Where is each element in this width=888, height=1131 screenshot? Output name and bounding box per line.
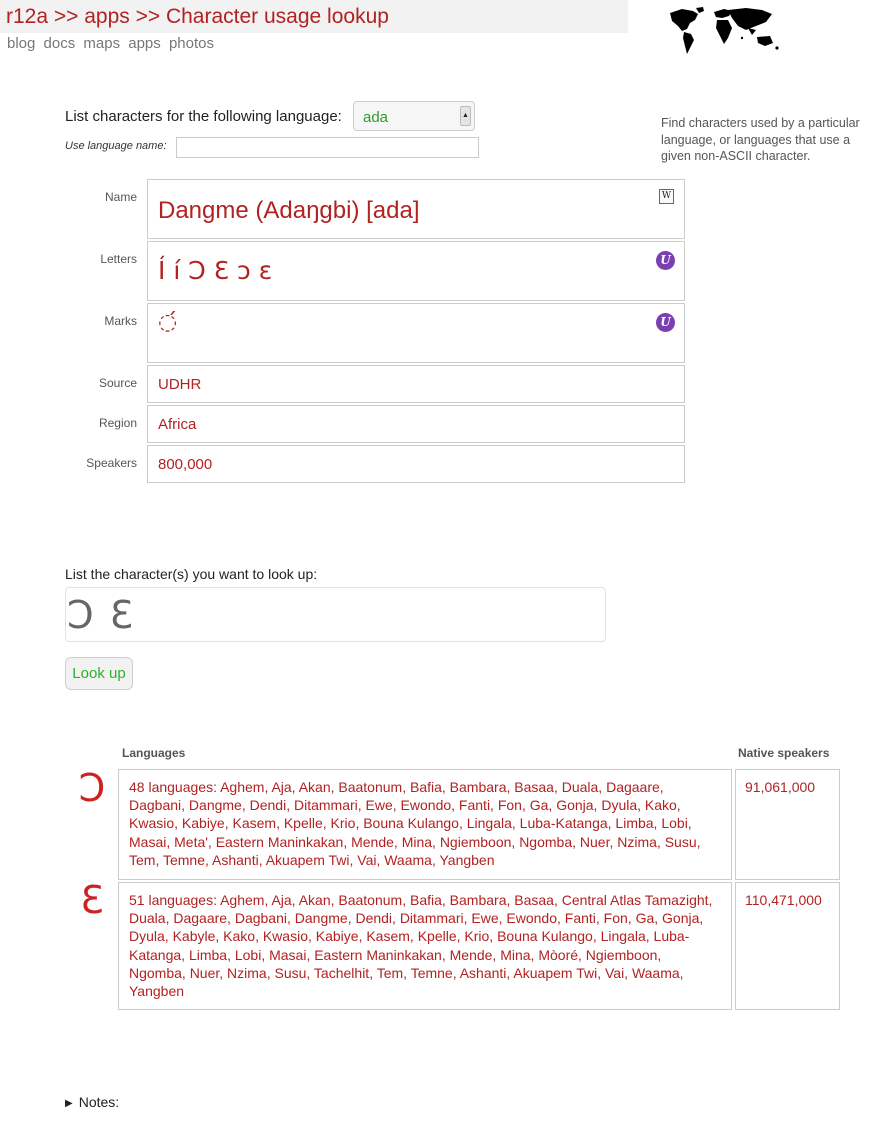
site-nav: blog docs maps apps photos xyxy=(7,35,218,52)
marks-label: Marks xyxy=(104,314,137,328)
language-select-value: ada xyxy=(363,109,389,126)
region-field: Africa xyxy=(147,405,685,443)
nav-maps[interactable]: maps xyxy=(83,35,120,52)
look-up-button[interactable]: Look up xyxy=(65,657,133,690)
site-title[interactable]: r12a >> apps >> Character usage lookup xyxy=(6,5,389,29)
nav-photos[interactable]: photos xyxy=(169,35,214,52)
source-label: Source xyxy=(98,376,137,390)
dropdown-arrow-icon: ▲ xyxy=(460,106,471,126)
marks-field: ◌́ U xyxy=(147,303,685,363)
unicode-lookup-icon[interactable]: U xyxy=(656,313,675,332)
nav-apps[interactable]: apps xyxy=(128,35,161,52)
nav-blog[interactable]: blog xyxy=(7,35,35,52)
world-map-logo[interactable] xyxy=(662,4,784,56)
result-speakers: 91,061,000 xyxy=(735,769,840,880)
disclosure-triangle-icon: ▶ xyxy=(65,1098,73,1109)
character-input-value: Ɔ Ɛ xyxy=(67,593,136,637)
result-speakers: 110,471,000 xyxy=(735,882,840,1010)
character-prompt: List the character(s) you want to look u… xyxy=(65,566,318,582)
source-value: UDHR xyxy=(158,376,202,393)
language-name-label: Use language name: xyxy=(65,140,167,152)
marks-value: ◌́ xyxy=(158,310,178,335)
unicode-lookup-icon[interactable]: U xyxy=(656,251,675,270)
region-value: Africa xyxy=(158,416,197,433)
result-languages: 51 languages: Aghem, Aja, Akan, Baatonum… xyxy=(118,882,732,1010)
speakers-field: 800,000 xyxy=(147,445,685,483)
language-select[interactable]: ada ▲ xyxy=(353,101,475,131)
result-languages: 48 languages: Aghem, Aja, Akan, Baatonum… xyxy=(118,769,732,880)
notes-toggle[interactable]: ▶ Notes: xyxy=(65,1094,119,1110)
name-label: Name xyxy=(104,190,137,204)
speakers-column-header: Native speakers xyxy=(738,746,830,760)
character-input[interactable]: Ɔ Ɛ xyxy=(65,587,606,642)
wikipedia-icon[interactable]: W xyxy=(659,189,674,204)
result-character: Ɛ xyxy=(80,878,104,922)
speakers-label: Speakers xyxy=(86,456,137,470)
language-prompt: List characters for the following langua… xyxy=(65,108,342,125)
region-label: Region xyxy=(98,416,137,430)
languages-column-header: Languages xyxy=(122,746,186,760)
letters-value: Í í Ɔ Ɛ ɔ ɛ xyxy=(158,256,273,285)
speakers-value: 800,000 xyxy=(158,456,213,473)
nav-docs[interactable]: docs xyxy=(44,35,76,52)
language-name-input[interactable] xyxy=(176,137,479,158)
title-bar: r12a >> apps >> Character usage lookup xyxy=(0,0,628,33)
result-character: Ɔ xyxy=(78,766,106,810)
language-name-value: Dangme (Adaŋgbi) [ada] xyxy=(158,197,420,224)
letters-label: Letters xyxy=(100,252,137,266)
intro-text: Find characters used by a particular lan… xyxy=(661,116,860,163)
name-field: Dangme (Adaŋgbi) [ada] W xyxy=(147,179,685,239)
notes-label: Notes: xyxy=(78,1094,120,1110)
source-field: UDHR xyxy=(147,365,685,403)
letters-field: Í í Ɔ Ɛ ɔ ɛ U xyxy=(147,241,685,301)
